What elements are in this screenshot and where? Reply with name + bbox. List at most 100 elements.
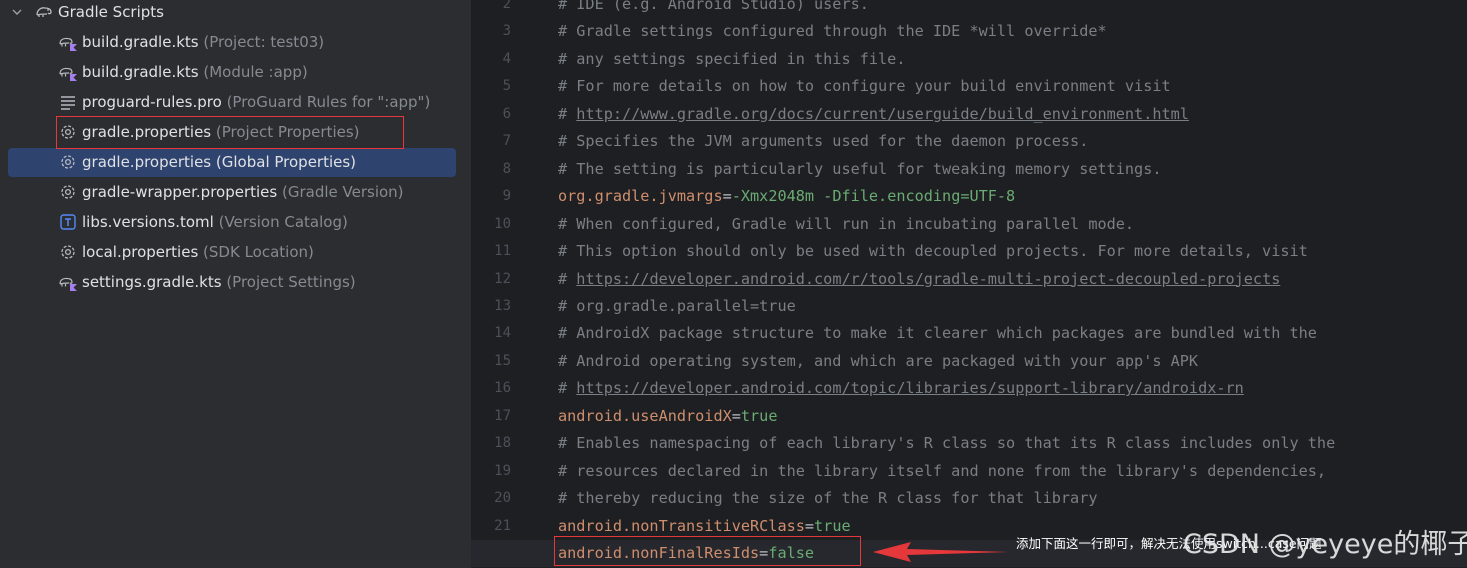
text-lines-icon (58, 92, 78, 112)
property-value: true (740, 406, 778, 425)
equals-sign: = (804, 516, 815, 535)
line-number: 15 (494, 352, 511, 369)
property-key: android.nonTransitiveRClass (558, 516, 805, 535)
comment-text: # any settings specified in this file. (558, 49, 906, 68)
property-key: android.useAndroidX (558, 406, 732, 425)
code-line[interactable]: # AndroidX package structure to make it … (558, 320, 1317, 347)
tree-item-build-gradle-kts[interactable]: build.gradle.kts (Module :app) (0, 57, 471, 87)
toml-icon (58, 212, 78, 232)
code-editor[interactable]: 2345678910111213141516171819202122 # IDE… (471, 0, 1467, 568)
comment-link[interactable]: http://www.gradle.org/docs/current/userg… (576, 105, 1189, 123)
comment-text: # For more details on how to configure y… (558, 77, 1171, 96)
line-number: 12 (494, 270, 511, 287)
comment-text: # The setting is particularly useful for… (558, 159, 1162, 178)
line-number: 5 (502, 78, 511, 95)
gradle-kotlin-icon (58, 272, 78, 292)
line-number: 6 (502, 105, 511, 122)
tree-item-label: build.gradle.kts (Module :app) (82, 63, 308, 81)
tree-item-label: settings.gradle.kts (Project Settings) (82, 273, 356, 291)
tree-item-local-properties[interactable]: local.properties (SDK Location) (0, 237, 471, 267)
file-detail: (Gradle Version) (282, 183, 404, 201)
line-number: 20 (494, 490, 511, 507)
gear-icon (58, 152, 78, 172)
file-name: gradle-wrapper.properties (82, 183, 278, 201)
line-number: 10 (494, 215, 511, 232)
tree-item-label: libs.versions.toml (Version Catalog) (82, 213, 348, 231)
tree-group-gradle-scripts[interactable]: Gradle Scripts (0, 0, 471, 27)
file-detail: (Global Properties) (215, 153, 357, 171)
tree-group-label: Gradle Scripts (58, 3, 164, 21)
file-detail: (ProGuard Rules for ":app") (226, 93, 431, 111)
line-number-gutter: 2345678910111213141516171819202122 (471, 0, 551, 568)
chevron-down-icon[interactable] (10, 5, 24, 19)
comment-text: # (558, 104, 577, 123)
tree-item-label: gradle-wrapper.properties (Gradle Versio… (82, 183, 404, 201)
code-line[interactable]: org.gradle.jvmargs=-Xmx2048m -Dfile.enco… (558, 183, 1015, 210)
code-line[interactable]: # resources declared in the library itse… (558, 458, 1326, 485)
code-line[interactable]: # any settings specified in this file. (558, 46, 905, 73)
code-line[interactable]: # https://developer.android.com/topic/li… (558, 375, 1244, 402)
tree-item-label: build.gradle.kts (Project: test03) (82, 33, 324, 51)
code-line[interactable]: # Android operating system, and which ar… (558, 348, 1198, 375)
comment-text: # org.gradle.parallel=true (558, 296, 796, 315)
file-detail: (Project Settings) (226, 273, 356, 291)
comment-text: # Android operating system, and which ar… (558, 351, 1199, 370)
code-line[interactable]: # Enables namespacing of each library's … (558, 430, 1335, 457)
gradle-kotlin-icon (58, 62, 78, 82)
code-line[interactable]: # IDE (e.g. Android Studio) users. (558, 0, 869, 18)
comment-text: # (558, 379, 577, 398)
line-number: 11 (494, 243, 511, 260)
tree-item-libs-versions-toml[interactable]: libs.versions.toml (Version Catalog) (0, 207, 471, 237)
file-name: proguard-rules.pro (82, 93, 222, 111)
highlight-box-new-line (554, 536, 861, 566)
line-number: 14 (494, 325, 511, 342)
line-number: 13 (494, 297, 511, 314)
file-name: gradle.properties (82, 153, 212, 171)
line-number: 9 (502, 188, 511, 205)
tree-item-settings-gradle-kts[interactable]: settings.gradle.kts (Project Settings) (0, 267, 471, 297)
equals-sign: = (731, 406, 741, 425)
csdn-watermark: CSDN @yeyeye的椰子 (1183, 529, 1467, 560)
gradle-kotlin-icon (58, 32, 78, 52)
property-value: -Xmx2048m -Dfile.encoding=UTF-8 (731, 187, 1016, 206)
tree-item-label: local.properties (SDK Location) (82, 243, 314, 261)
code-line[interactable]: # Specifies the JVM arguments used for t… (558, 128, 1088, 155)
code-line[interactable]: # https://developer.android.com/r/tools/… (558, 266, 1280, 293)
file-detail: (Project: test03) (203, 33, 325, 51)
file-detail: (Module :app) (203, 63, 308, 81)
code-line[interactable]: # http://www.gradle.org/docs/current/use… (558, 101, 1189, 128)
tree-item-proguard-rules-pro[interactable]: proguard-rules.pro (ProGuard Rules for "… (0, 87, 471, 117)
tree-item-build-gradle-kts[interactable]: build.gradle.kts (Project: test03) (0, 27, 471, 57)
line-number: 3 (502, 23, 511, 40)
code-line[interactable]: # This option should only be used with d… (558, 238, 1308, 265)
comment-link[interactable]: https://developer.android.com/r/tools/gr… (576, 270, 1280, 288)
line-number: 16 (494, 380, 511, 397)
code-line[interactable]: # For more details on how to configure y… (558, 73, 1171, 100)
code-line[interactable]: # When configured, Gradle will run in in… (558, 211, 1134, 238)
code-line[interactable]: # org.gradle.parallel=true (558, 293, 796, 320)
comment-link[interactable]: https://developer.android.com/topic/libr… (576, 379, 1244, 397)
code-line[interactable]: android.useAndroidX=true (558, 403, 777, 430)
code-line[interactable]: # The setting is particularly useful for… (558, 156, 1161, 183)
file-name: build.gradle.kts (82, 33, 199, 51)
comment-text: # resources declared in the library itse… (558, 461, 1327, 480)
tree-item-gradle-wrapper-properties[interactable]: gradle-wrapper.properties (Gradle Versio… (0, 177, 471, 207)
file-name: settings.gradle.kts (82, 273, 222, 291)
line-number: 4 (502, 50, 511, 67)
comment-text: # Gradle settings configured through the… (558, 22, 1107, 41)
comment-text: # This option should only be used with d… (558, 242, 1308, 261)
tree-item-label: proguard-rules.pro (ProGuard Rules for "… (82, 93, 430, 111)
comment-text: # IDE (e.g. Android Studio) users. (558, 0, 869, 13)
property-key: org.gradle.jvmargs (558, 187, 723, 206)
comment-text: # AndroidX package structure to make it … (558, 324, 1317, 343)
line-number: 21 (494, 517, 511, 534)
property-value: true (814, 516, 851, 535)
code-line[interactable]: # thereby reducing the size of the R cla… (558, 485, 1097, 512)
line-number: 2 (502, 0, 511, 12)
code-line[interactable]: # Gradle settings configured through the… (558, 18, 1107, 45)
file-name: build.gradle.kts (82, 63, 199, 81)
line-number: 17 (494, 407, 511, 424)
line-number: 18 (494, 435, 511, 452)
tree-item-gradle-properties[interactable]: gradle.properties (Global Properties) (0, 147, 471, 177)
file-name: local.properties (82, 243, 199, 261)
